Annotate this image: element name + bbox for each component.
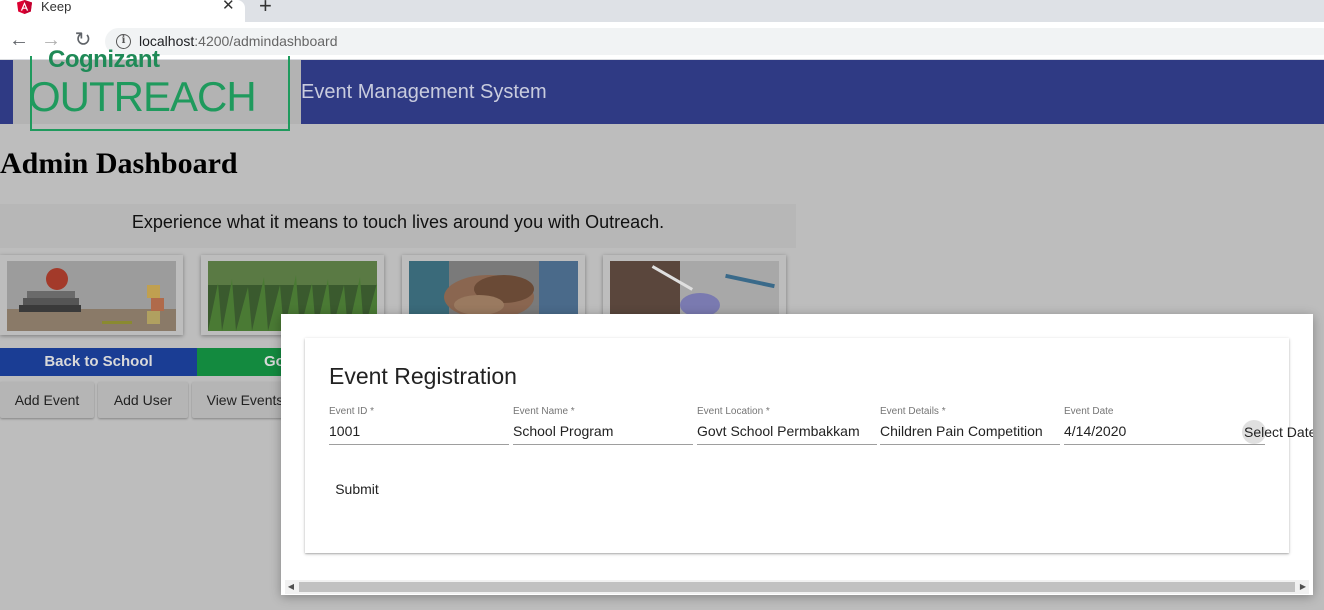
angular-icon	[17, 0, 32, 14]
event-name-input[interactable]: School Program	[513, 423, 613, 439]
tagline-banner: Experience what it means to touch lives …	[0, 204, 796, 248]
event-date-input[interactable]: 4/14/2020	[1064, 423, 1126, 439]
scrollbar-thumb[interactable]	[299, 582, 1295, 592]
event-registration-dialog: Event Registration Event ID * 1001 Event…	[281, 314, 1313, 595]
new-tab-icon[interactable]: +	[259, 0, 272, 17]
logo-cognizant-text: Cognizant	[48, 46, 160, 73]
event-details-field[interactable]: Event Details * Children Pain Competitio…	[880, 406, 1060, 446]
field-underline	[513, 444, 693, 445]
outreach-logo: Cognizant OUTREACH	[13, 46, 301, 131]
address-bar[interactable]: i localhost:4200/admindashboard	[105, 28, 1324, 55]
scroll-left-icon[interactable]: ◀	[285, 580, 297, 594]
form-title: Event Registration	[329, 363, 517, 389]
submit-button[interactable]: Submit	[329, 477, 385, 501]
back-arrow-icon[interactable]: ←	[8, 30, 30, 52]
app-header: Cognizant OUTREACH Event Management Syst…	[0, 46, 1324, 131]
field-label: Event ID *	[329, 406, 375, 417]
tab-title: Keep	[41, 0, 72, 14]
event-card-school[interactable]	[0, 255, 183, 335]
field-label: Event Location *	[697, 406, 770, 417]
scroll-right-icon[interactable]: ▶	[1297, 580, 1309, 594]
field-underline	[880, 444, 1060, 445]
field-underline	[697, 444, 877, 445]
browser-tab-strip: Keep ✕ +	[0, 0, 1324, 22]
add-user-button[interactable]: Add User	[98, 382, 188, 418]
event-details-input[interactable]: Children Pain Competition	[880, 423, 1043, 439]
page-title: Admin Dashboard	[0, 147, 238, 180]
close-icon[interactable]: ✕	[222, 0, 235, 13]
event-date-field[interactable]: Event Date 4/14/2020	[1064, 406, 1265, 446]
event-location-input[interactable]: Govt School Permbakkam	[697, 423, 860, 439]
tagline-text: Experience what it means to touch lives …	[131, 212, 665, 232]
field-underline	[1064, 444, 1265, 445]
browser-tab[interactable]: Keep ✕	[0, 0, 245, 22]
field-label: Event Name *	[513, 406, 575, 417]
logo-outreach-text: OUTREACH	[28, 73, 257, 120]
app-title: Event Management System	[301, 81, 547, 103]
browser-toolbar: ← → ↻ i localhost:4200/admindashboard	[0, 22, 1324, 60]
url-text: localhost:4200/admindashboard	[139, 33, 338, 49]
select-date-label: Select Date	[1244, 424, 1313, 440]
school-supplies-image	[7, 261, 176, 331]
event-location-field[interactable]: Event Location * Govt School Permbakkam	[697, 406, 877, 446]
ribbon-green[interactable]: Go	[197, 348, 285, 376]
add-event-button[interactable]: Add Event	[0, 382, 94, 418]
registration-form-card: Event Registration Event ID * 1001 Event…	[305, 338, 1313, 553]
field-label: Event Details *	[880, 406, 946, 417]
event-name-field[interactable]: Event Name * School Program	[513, 406, 693, 446]
ribbon-label: Back to School	[44, 353, 153, 370]
field-underline	[329, 444, 509, 445]
ribbon-back-to-school[interactable]: Back to School	[0, 348, 197, 376]
event-id-field[interactable]: Event ID * 1001	[329, 406, 509, 446]
horizontal-scrollbar[interactable]: ◀ ▶	[285, 580, 1309, 594]
event-id-input[interactable]: 1001	[329, 423, 360, 439]
select-date-button[interactable]: Select Date	[1242, 420, 1313, 444]
field-label: Event Date	[1064, 406, 1114, 417]
